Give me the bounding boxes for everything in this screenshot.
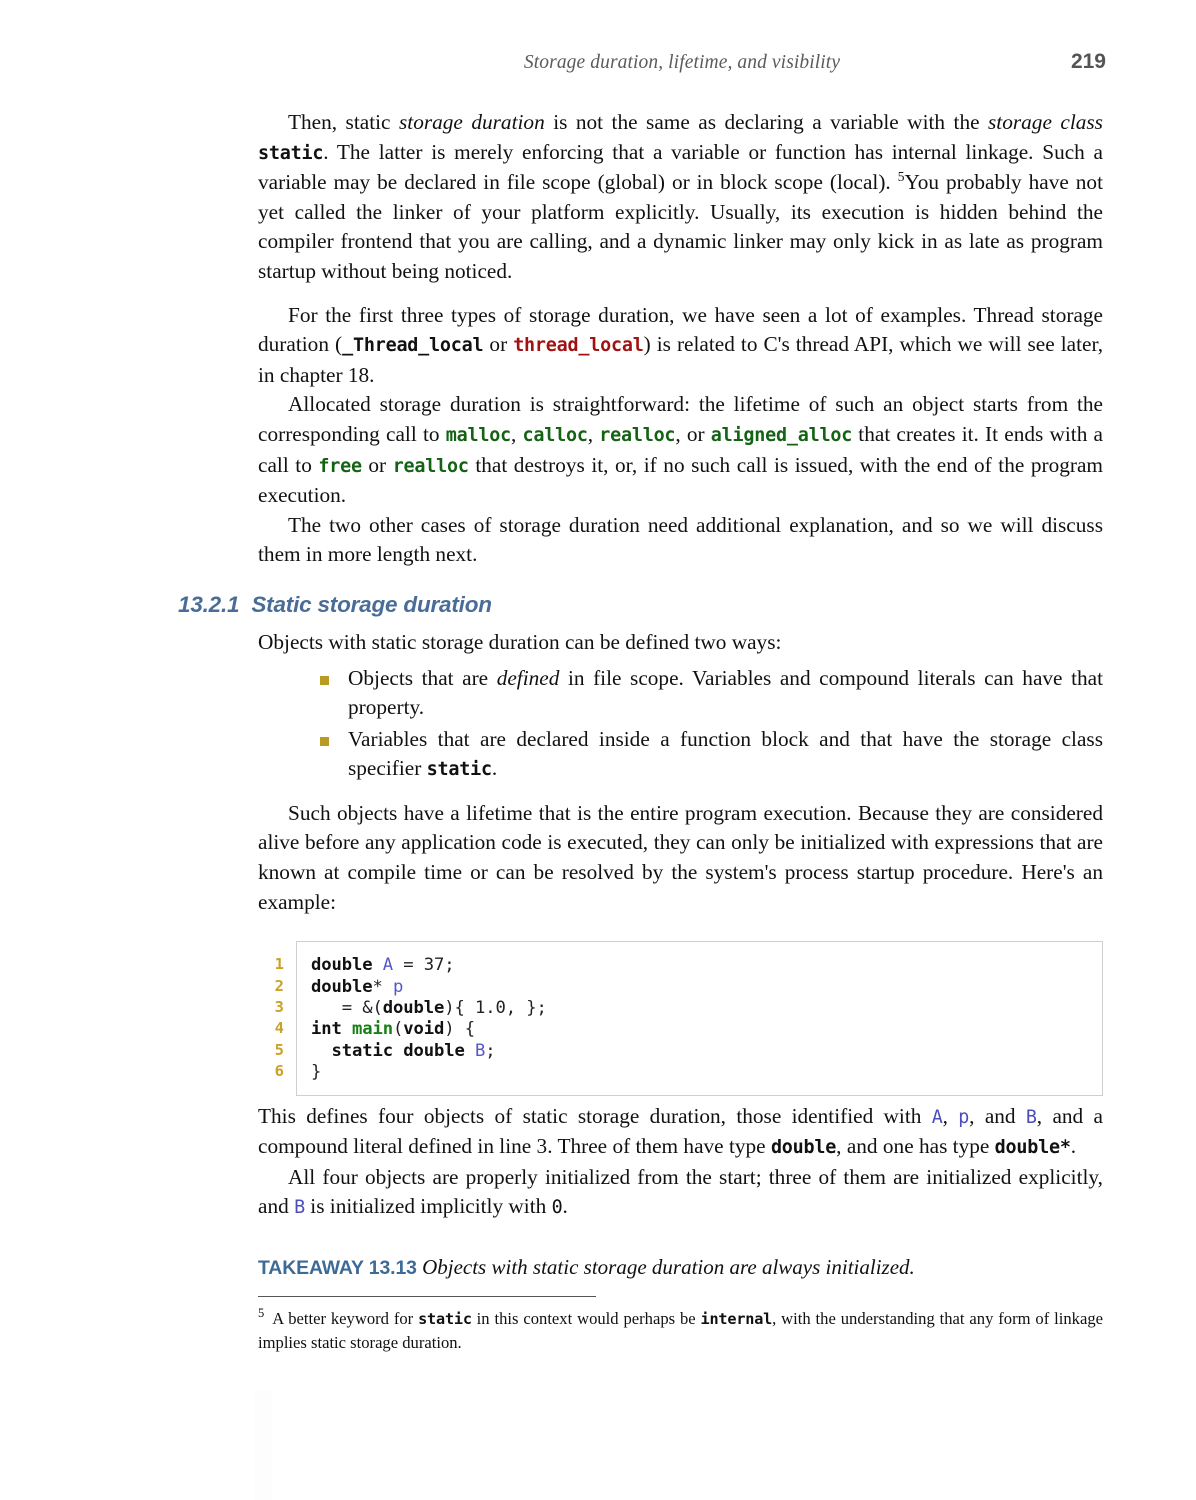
p3-mono-realloc-2: realloc [392,455,469,477]
bullet-list: Objects that are defined in file scope. … [258,664,1103,785]
paragraph-1: Then, static storage duration is not the… [258,108,1103,287]
list-item: Objects that are defined in file scope. … [320,664,1103,723]
takeaway-label: TAKEAWAY 13.13 [258,1257,417,1280]
p7-mono-B: B [1025,1106,1037,1128]
running-header-title: Storage duration, lifetime, and visibili… [523,52,841,73]
paragraph-3: Allocated storage duration is straightfo… [258,390,1103,510]
bullet-1-italic-defined: defined [496,665,560,690]
p1-italic-storage-class: storage class [988,110,1103,134]
code-block: double A = 37; double* p = &(double){ 1.… [296,941,1103,1096]
document-page: Storage duration, lifetime, and visibili… [0,0,1196,1500]
code-line-numbers: 1 2 3 4 5 6 [258,941,296,1095]
p3-mono-aligned-alloc: aligned_alloc [710,424,853,446]
p7-mono-double-star: double* [994,1137,1071,1159]
p7-text-i: , and one has type [836,1134,995,1159]
paragraph-5: Objects with static storage duration can… [258,629,782,654]
p2-text-c: or [483,332,514,357]
code-listing: 1 2 3 4 5 6 double A = 37; double* p = &… [258,941,1103,1096]
list-item: Variables that are declared inside a fun… [320,725,1103,785]
code-line-number: 2 [274,976,284,995]
paragraph-4: The two other cases of storage duration … [258,512,1103,567]
p7-text-a: This defines four objects of static stor… [258,1103,932,1128]
p7-mono-p: p [958,1106,970,1128]
p3-text-g: , or [675,421,711,446]
code-identifier-p: p [393,976,404,997]
footnote-mono-internal: internal [700,1310,773,1328]
p2-mono-thread-local-underscore: _Thread_local [342,335,484,357]
bullet-2-text-e: . [491,756,498,781]
p7-mono-double: double [770,1137,837,1159]
code-line-number: 3 [274,998,284,1017]
p7-mono-A: A [931,1106,943,1128]
footnote-text-c: in this context would perhaps be [471,1309,701,1328]
footnote-mono-static: static [418,1310,472,1328]
footnote-text-a: A better keyword for [272,1309,419,1328]
code-line-number: 1 [274,955,284,974]
code-function-main: main [352,1019,393,1040]
text-column: Then, static storage duration is not the… [178,108,1103,1282]
paragraph-6: Such objects have a lifetime that is the… [258,800,1103,914]
p1-text-a: Then, static [288,110,399,134]
code-line-2: double* p [311,976,404,997]
p7-text-e: , and [969,1103,1026,1128]
p3-text-c: , [510,421,523,446]
footnote-5: 5 A better keyword for static in this con… [258,1307,1103,1354]
takeaway-block: TAKEAWAY 13.13 Objects with static stora… [258,1253,1103,1282]
p8-mono-zero: 0 [551,1197,563,1219]
paragraph-2: For the first three types of storage dur… [258,301,1103,391]
footnote-area: 5 A better keyword for static in this con… [258,1296,1103,1354]
p3-mono-malloc: malloc [445,424,511,446]
p8-text-e: . [562,1194,568,1219]
p1-mono-static: static [258,142,324,164]
code-identifier-A: A [382,955,393,976]
code-line-5: static double B; [311,1040,496,1061]
page-number: 219 [1070,50,1106,73]
running-header: Storage duration, lifetime, and visibili… [258,50,1106,82]
bullet-square-icon [320,736,329,746]
code-line-number: 5 [274,1040,284,1059]
bullet-square-icon [320,675,329,685]
section-title: Static storage duration [251,591,492,617]
p3-mono-calloc: calloc [522,424,588,446]
page-edge-shadow [254,1390,272,1500]
p7-text-k: . [1070,1134,1077,1159]
p1-italic-storage-duration: storage duration [398,110,545,134]
paragraph-7: This defines four objects of static stor… [258,1102,1103,1163]
code-identifier-B: B [474,1040,486,1061]
p8-mono-B: B [294,1197,305,1219]
p3-text-k: or [361,452,393,477]
code-line-number: 6 [274,1062,284,1081]
code-line-1: double A = 37; [311,955,455,976]
p3-text-e: , [587,421,600,446]
code-line-3: = &(double){ 1.0, }; [341,998,547,1019]
section-heading-13-2-1: 13.2.1 Static storage duration [178,592,1103,618]
footnote-number: 5 [258,1306,265,1321]
p7-text-c: , [942,1103,959,1128]
takeaway-text: Objects with static storage duration are… [422,1255,915,1280]
code-line-number: 4 [274,1019,284,1038]
footnote-rule [258,1296,596,1297]
p1-text-c: is not the same as declaring a variable … [544,110,989,134]
paragraph-8: All four objects are properly initialize… [258,1163,1103,1223]
bullet-2-mono-static: static [426,759,492,781]
code-line-4: int main(void) { [311,1019,475,1040]
p3-mono-free: free [318,455,362,477]
p3-mono-realloc: realloc [599,424,676,446]
section-number: 13.2.1 [178,591,240,617]
p2-mono-thread-local: thread_local [513,335,644,357]
bullet-1-text-a: Objects that are [348,665,497,690]
code-line-6: } [311,1062,322,1083]
p8-text-c: is initialized implicitly with [304,1194,552,1219]
